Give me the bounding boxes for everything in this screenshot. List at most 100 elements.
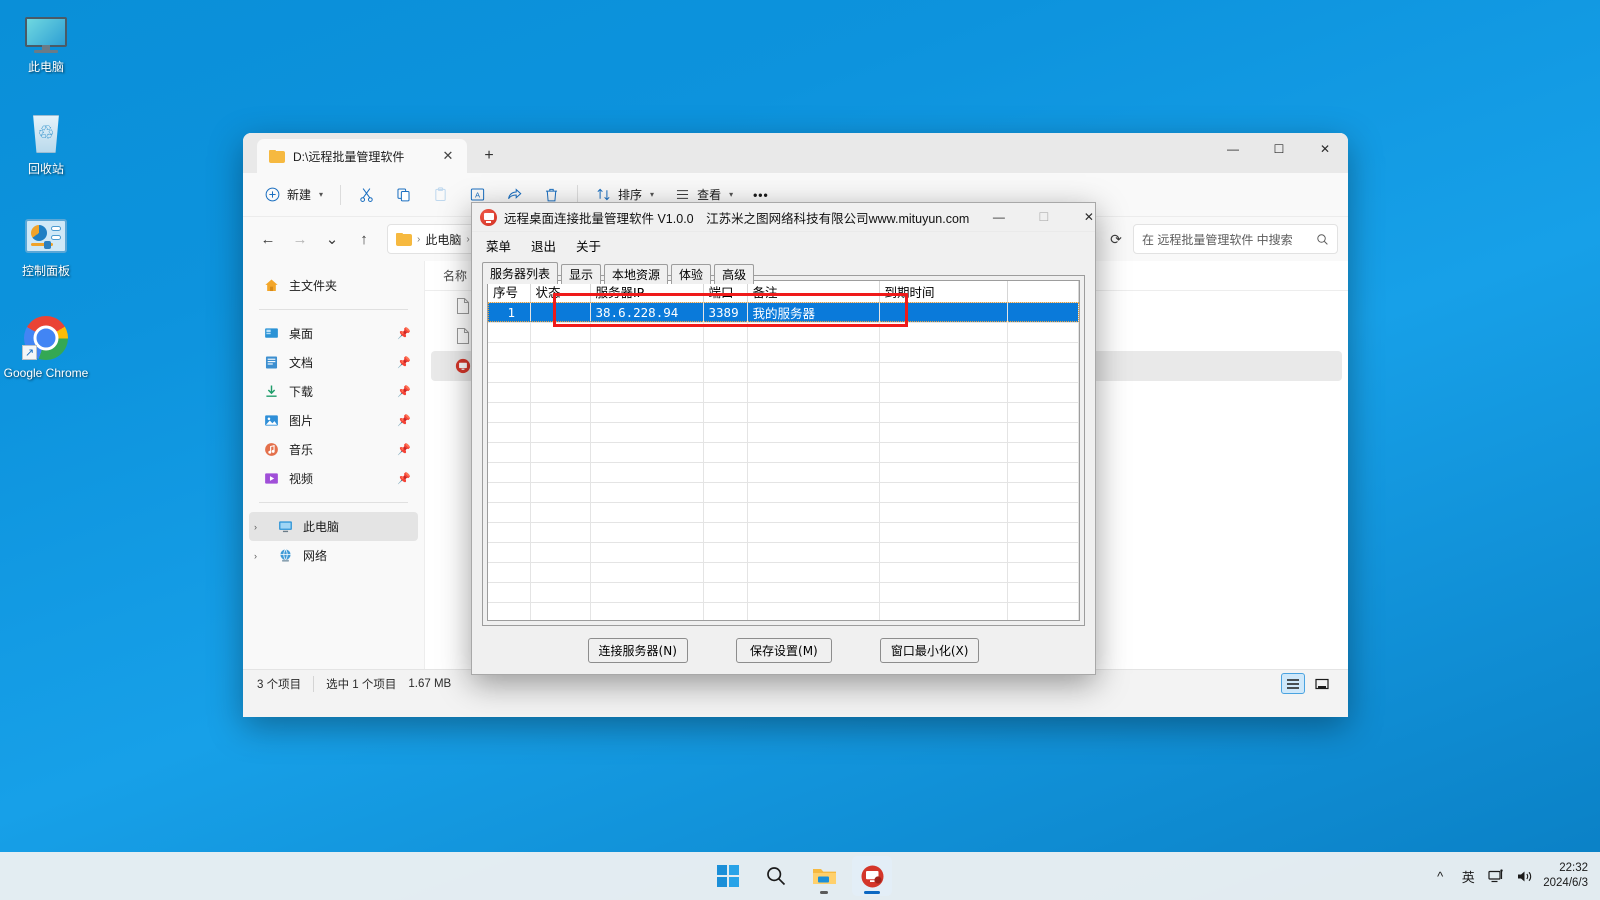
pin-icon[interactable]: 📌 — [397, 386, 411, 398]
server-table-container[interactable]: 序号 状态 服务器IP 端口 备注 到期时间 1 38.6.228.94 3389 我… — [487, 280, 1080, 621]
menu-item-menu[interactable]: 菜单 — [484, 234, 513, 257]
cell-empty — [703, 322, 748, 343]
cell-empty — [1007, 442, 1079, 463]
table-row-empty[interactable] — [488, 522, 1079, 543]
close-button[interactable]: ✕ — [1302, 133, 1348, 165]
tab-experience[interactable]: 体验 — [671, 264, 712, 284]
table-row-empty[interactable] — [488, 402, 1079, 423]
sidebar-item-label: 此电脑 — [303, 520, 340, 534]
forward-button[interactable]: → — [285, 224, 315, 254]
taskbar-search-button[interactable] — [756, 856, 796, 896]
clock[interactable]: 22:32 2024/6/3 — [1543, 861, 1588, 891]
chevron-down-icon: ▾ — [319, 190, 324, 199]
table-row-empty[interactable] — [488, 422, 1079, 443]
pin-icon[interactable]: 📌 — [397, 415, 411, 427]
search-input[interactable]: 在 远程批量管理软件 中搜索 — [1133, 224, 1338, 254]
start-button[interactable] — [708, 856, 748, 896]
volume-icon[interactable] — [1515, 863, 1533, 889]
sidebar-item-videos[interactable]: 视频 📌 — [249, 464, 418, 493]
tab-advanced[interactable]: 高级 — [714, 264, 755, 284]
pin-icon[interactable]: 📌 — [397, 328, 411, 340]
connect-server-button[interactable]: 连接服务器(N) — [587, 637, 688, 663]
table-row-empty[interactable] — [488, 562, 1079, 583]
table-row-empty[interactable] — [488, 502, 1079, 523]
new-button[interactable]: 新建 ▾ — [255, 179, 332, 211]
table-row-empty[interactable] — [488, 462, 1079, 483]
close-tab-icon[interactable]: ✕ — [439, 147, 457, 165]
tab-local-resources[interactable]: 本地资源 — [604, 264, 669, 284]
sidebar-item-label: 主文件夹 — [289, 279, 338, 293]
table-row-empty[interactable] — [488, 482, 1079, 503]
cell-empty — [747, 542, 880, 563]
breadcrumb-item[interactable]: 此电脑 — [425, 231, 461, 248]
table-row-empty[interactable] — [488, 382, 1079, 403]
network-icon[interactable] — [1487, 863, 1505, 889]
rdp-app-icon — [480, 208, 497, 226]
sidebar-item-home[interactable]: 主文件夹 — [249, 271, 418, 300]
sidebar-item-this-pc[interactable]: › 此电脑 — [249, 512, 418, 541]
column-header-status[interactable]: 状态 — [530, 281, 591, 303]
sidebar-item-downloads[interactable]: 下载 📌 — [249, 377, 418, 406]
table-row[interactable]: 1 38.6.228.94 3389 我的服务器 — [488, 302, 1079, 323]
tray-chevron-icon[interactable]: ^ — [1431, 863, 1449, 889]
menu-item-exit[interactable]: 退出 — [529, 234, 558, 257]
cut-button[interactable] — [349, 179, 384, 211]
pin-icon[interactable]: 📌 — [397, 473, 411, 485]
sidebar-item-pictures[interactable]: 图片 📌 — [249, 406, 418, 435]
up-button[interactable]: ↑ — [349, 224, 379, 254]
cell-empty — [1007, 582, 1079, 603]
chevron-right-icon[interactable]: › — [254, 551, 268, 561]
pin-icon[interactable]: 📌 — [397, 357, 411, 369]
maximize-button[interactable]: ☐ — [1256, 133, 1302, 165]
cell-empty — [488, 402, 531, 423]
desktop-icon-this-pc[interactable]: 此电脑 — [0, 8, 92, 94]
desktop-icon-control-panel[interactable]: 控制面板 — [0, 212, 92, 298]
minimize-button[interactable]: — — [976, 203, 1021, 232]
maximize-button[interactable]: ☐ — [1021, 203, 1066, 232]
recent-locations-button[interactable]: ⌄ — [317, 224, 347, 254]
table-row-empty[interactable] — [488, 582, 1079, 603]
pin-icon[interactable]: 📌 — [397, 444, 411, 456]
taskbar-rdp-app-button[interactable] — [852, 856, 892, 896]
menu-item-about[interactable]: 关于 — [574, 234, 603, 257]
tab-display[interactable]: 显示 — [561, 264, 602, 284]
sidebar-item-desktop[interactable]: 桌面 📌 — [249, 319, 418, 348]
column-header-port[interactable]: 端口 — [703, 281, 748, 303]
rdp-manager-dialog: 远程桌面连接批量管理软件 V1.0.0 江苏米之图网络科技有限公司www.mit… — [471, 202, 1096, 675]
minimize-window-button[interactable]: 窗口最小化(X) — [879, 637, 980, 663]
column-header-name[interactable]: 名称 — [443, 267, 467, 284]
minimize-button[interactable]: — — [1210, 133, 1256, 165]
close-button[interactable]: ✕ — [1066, 203, 1111, 232]
table-row-empty[interactable] — [488, 322, 1079, 343]
table-row-empty[interactable] — [488, 362, 1079, 383]
sidebar-item-music[interactable]: 音乐 📌 — [249, 435, 418, 464]
save-settings-button[interactable]: 保存设置(M) — [735, 637, 832, 663]
back-button[interactable]: ← — [253, 224, 283, 254]
search-placeholder: 在 远程批量管理软件 中搜索 — [1142, 232, 1293, 247]
taskbar-file-explorer-button[interactable] — [804, 856, 844, 896]
explorer-tab[interactable]: D:\远程批量管理软件 ✕ — [257, 139, 467, 173]
copy-button[interactable] — [386, 179, 421, 211]
selection-label: 选中 1 个项目 — [326, 678, 397, 691]
column-header-server-ip[interactable]: 服务器IP — [590, 281, 704, 303]
desktop-icon-recycle-bin[interactable]: ♲ 回收站 — [0, 110, 92, 196]
cell-empty — [703, 342, 748, 363]
new-tab-button[interactable]: + — [475, 142, 503, 170]
column-header-remark[interactable]: 备注 — [747, 281, 880, 303]
table-row-empty[interactable] — [488, 542, 1079, 563]
column-header-expiry[interactable]: 到期时间 — [879, 281, 1008, 303]
tab-server-list[interactable]: 服务器列表 — [482, 262, 559, 284]
sidebar-item-documents[interactable]: 文档 📌 — [249, 348, 418, 377]
table-row-empty[interactable] — [488, 342, 1079, 363]
ime-indicator[interactable]: 英 — [1459, 863, 1477, 889]
paste-button[interactable] — [423, 179, 458, 211]
sidebar-item-network[interactable]: › 网络 — [249, 541, 418, 570]
chevron-right-icon[interactable]: › — [254, 522, 268, 532]
cell-empty — [590, 542, 704, 563]
desktop-icon-chrome[interactable]: ↗ Google Chrome — [0, 314, 92, 400]
large-icons-view-icon[interactable] — [1310, 673, 1334, 694]
details-view-icon[interactable] — [1281, 673, 1305, 694]
table-row-empty[interactable] — [488, 602, 1079, 620]
table-row-empty[interactable] — [488, 442, 1079, 463]
column-header-index[interactable]: 序号 — [488, 281, 531, 303]
